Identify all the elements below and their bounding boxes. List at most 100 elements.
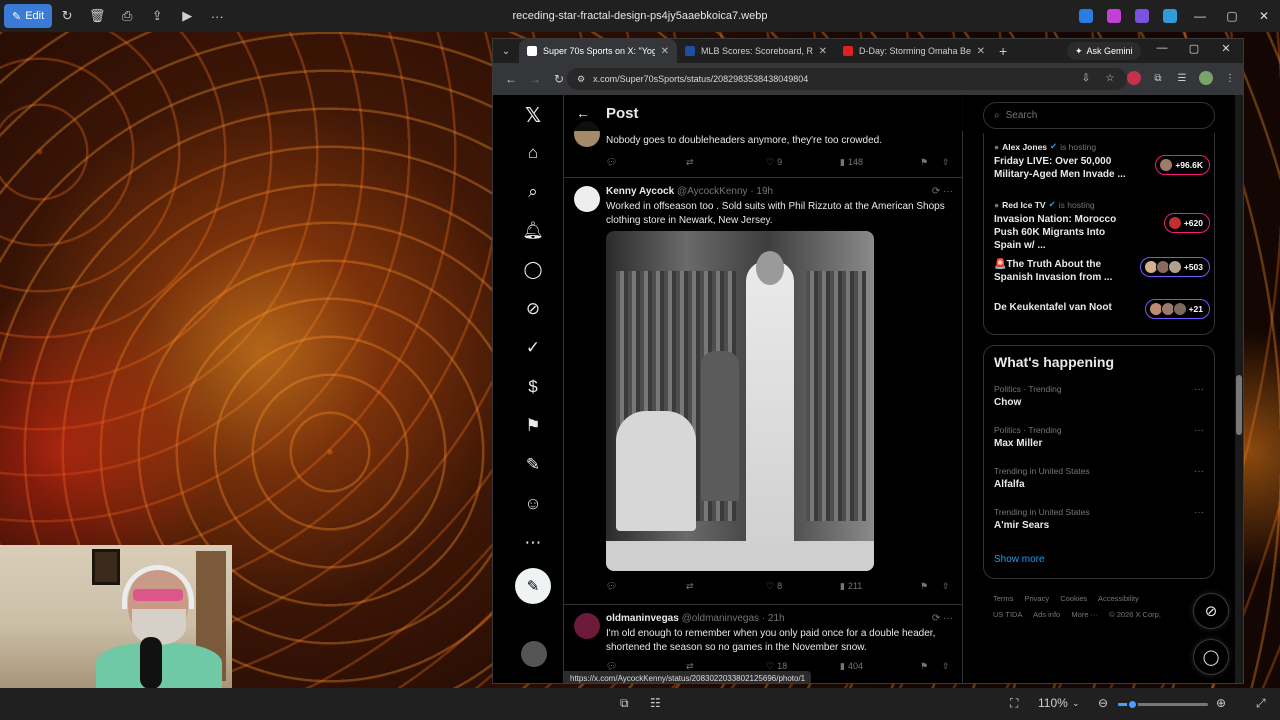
reply-post[interactable]: Nobody goes to doubleheaders anymore, th…	[564, 121, 963, 178]
repost-button[interactable]: ⇄	[686, 661, 766, 672]
author-name[interactable]: Kenny Aycock	[606, 186, 674, 197]
fullscreen-icon[interactable]: ⤢	[1256, 696, 1266, 711]
money-icon[interactable]: $	[521, 375, 545, 399]
space-listeners[interactable]: +503	[1139, 257, 1210, 277]
x-logo-icon[interactable]: 𝕏	[521, 103, 545, 127]
delete-icon[interactable]: 🗑	[82, 0, 112, 32]
space-item[interactable]: ● Red Ice TV ✔ is hosting Invasion Nation: …	[994, 199, 1210, 252]
avatar[interactable]	[574, 186, 600, 212]
scrollbar-thumb[interactable]	[1236, 375, 1242, 435]
views-button[interactable]: ▮ 211	[840, 581, 920, 592]
space-item[interactable]: De Keukentafel van Noot +21	[994, 299, 1210, 319]
back-icon[interactable]: ←	[499, 72, 523, 86]
reply-button[interactable]: 💬︎	[606, 157, 686, 168]
like-button[interactable]: ♡ 18	[766, 661, 840, 672]
avatar[interactable]	[574, 613, 600, 639]
tab-mlb[interactable]: MLB Scores: Scoreboard, Result ✕	[677, 39, 835, 63]
tab-close-icon[interactable]: ✕	[977, 46, 985, 57]
trend-item[interactable]: Politics · Trending Max Miller ···	[994, 425, 1204, 449]
like-button[interactable]: ♡ 8	[766, 581, 840, 592]
browser-minimize-icon[interactable]: —	[1149, 42, 1175, 55]
ask-gemini-button[interactable]: ✦ Ask Gemini	[1067, 42, 1141, 60]
zoom-dropdown-icon[interactable]: ⌄	[1072, 698, 1080, 709]
grok-icon[interactable]: ⊘	[521, 297, 545, 321]
messages-float-button[interactable]: ◯	[1193, 639, 1229, 675]
author-name[interactable]: oldmaninvegas	[606, 613, 679, 624]
trend-more-icon[interactable]: ···	[1194, 466, 1204, 477]
install-icon[interactable]: ⇩	[1079, 71, 1093, 85]
views-button[interactable]: ▮ 148	[840, 157, 920, 168]
footer-link[interactable]: Privacy	[1025, 594, 1050, 603]
repost-button[interactable]: ⇄	[686, 581, 766, 592]
print-icon[interactable]: ⎙	[112, 0, 142, 32]
profile-avatar[interactable]	[1199, 71, 1213, 85]
author-handle[interactable]: @AycockKenny	[677, 186, 748, 197]
post-more-icon[interactable]: ⟳ ···	[932, 613, 953, 624]
minimize-icon[interactable]: —	[1184, 9, 1216, 23]
footer-link[interactable]: US TIDA	[993, 610, 1022, 619]
bookmark-button[interactable]: ⚑	[920, 157, 942, 168]
tab-dday[interactable]: D-Day: Storming Omaha Beach ✕	[835, 39, 993, 63]
trend-item[interactable]: Trending in United States Alfalfa ···	[994, 466, 1204, 490]
app-icon-3[interactable]	[1135, 9, 1149, 23]
post-time[interactable]: · 19h	[750, 186, 773, 197]
lists-icon[interactable]: ✎	[521, 453, 545, 477]
space-item[interactable]: 🚨The Truth About the Spanish Invasion fr…	[994, 255, 1210, 284]
more-circle-icon[interactable]: ⋯	[521, 531, 545, 555]
fit-to-window-icon[interactable]: ⛶	[1010, 696, 1018, 711]
tab-search-icon[interactable]: ⌄	[493, 46, 519, 57]
app-icon-4[interactable]	[1163, 9, 1177, 23]
filmstrip-icon[interactable]: ⧉	[620, 696, 629, 711]
like-button[interactable]: ♡ 9	[766, 157, 840, 168]
extension-red-icon[interactable]	[1127, 71, 1141, 85]
close-icon[interactable]: ✕	[1248, 9, 1280, 23]
views-button[interactable]: ▮ 404	[840, 661, 920, 672]
back-arrow-icon[interactable]: ←	[576, 105, 590, 121]
site-info-icon[interactable]: ⚙	[577, 74, 585, 85]
forward-icon[interactable]: →	[523, 72, 547, 86]
messages-icon[interactable]: ◯	[521, 258, 545, 282]
browser-close-icon[interactable]: ✕	[1213, 42, 1239, 55]
tab-close-icon[interactable]: ✕	[819, 46, 827, 57]
url-field[interactable]: ⚙ x.com/Super70sSports/status/2082983538…	[567, 68, 1127, 90]
share-post-button[interactable]: ⇪	[942, 157, 950, 168]
reply-post[interactable]: Kenny Aycock @AycockKenny · 19h ⟳ ··· Wo…	[564, 178, 963, 605]
reply-button[interactable]: 💬︎	[606, 661, 686, 672]
trend-more-icon[interactable]: ···	[1194, 507, 1204, 518]
bookmarks-icon[interactable]: ⚑	[521, 414, 545, 438]
search-input[interactable]: ⌕ Search	[983, 102, 1215, 129]
app-icon-2[interactable]	[1107, 9, 1121, 23]
post-time[interactable]: · 21h	[762, 613, 785, 624]
zoom-in-icon[interactable]: ⊕	[1216, 696, 1226, 710]
repost-button[interactable]: ⇄	[686, 157, 766, 168]
more-options-icon[interactable]: ···	[202, 0, 232, 32]
edit-button[interactable]: ✎ Edit	[4, 4, 53, 28]
space-listeners[interactable]: +96.6K	[1155, 155, 1210, 175]
author-handle[interactable]: @oldmaninvegas	[682, 613, 759, 624]
notifications-bell-icon[interactable]: 🔔︎	[521, 219, 545, 243]
browser-maximize-icon[interactable]: ▢	[1181, 42, 1207, 55]
trend-more-icon[interactable]: ···	[1194, 425, 1204, 436]
bookmark-star-icon[interactable]: ☆	[1103, 71, 1117, 85]
zoom-slider[interactable]	[1118, 699, 1208, 710]
footer-link[interactable]: More ···	[1071, 610, 1098, 619]
extensions-icon[interactable]: ⧉	[1151, 71, 1165, 85]
show-more-link[interactable]: Show more	[994, 554, 1045, 565]
share-post-button[interactable]: ⇪	[942, 581, 950, 592]
reply-button[interactable]: 💬︎	[606, 581, 686, 592]
trend-item[interactable]: Trending in United States A'mir Sears ··…	[994, 507, 1204, 531]
space-listeners[interactable]: +620	[1163, 213, 1210, 233]
share-post-button[interactable]: ⇪	[942, 661, 950, 672]
verified-icon[interactable]: ✓	[521, 336, 545, 360]
footer-link[interactable]: Cookies	[1060, 594, 1087, 603]
new-tab-button[interactable]: +	[999, 43, 1007, 59]
zoom-slider-knob[interactable]	[1126, 699, 1138, 710]
browser-menu-icon[interactable]: ⋮	[1223, 71, 1237, 85]
zoom-out-icon[interactable]: ⊖	[1098, 696, 1108, 710]
app-icon-1[interactable]	[1079, 9, 1093, 23]
grok-float-button[interactable]: ⊘	[1193, 593, 1229, 629]
footer-link[interactable]: Accessibility	[1098, 594, 1139, 603]
post-more-icon[interactable]: ⟳ ···	[932, 186, 953, 197]
compose-post-button[interactable]: ✎	[515, 568, 551, 604]
page-scrollbar[interactable]	[1235, 95, 1243, 683]
